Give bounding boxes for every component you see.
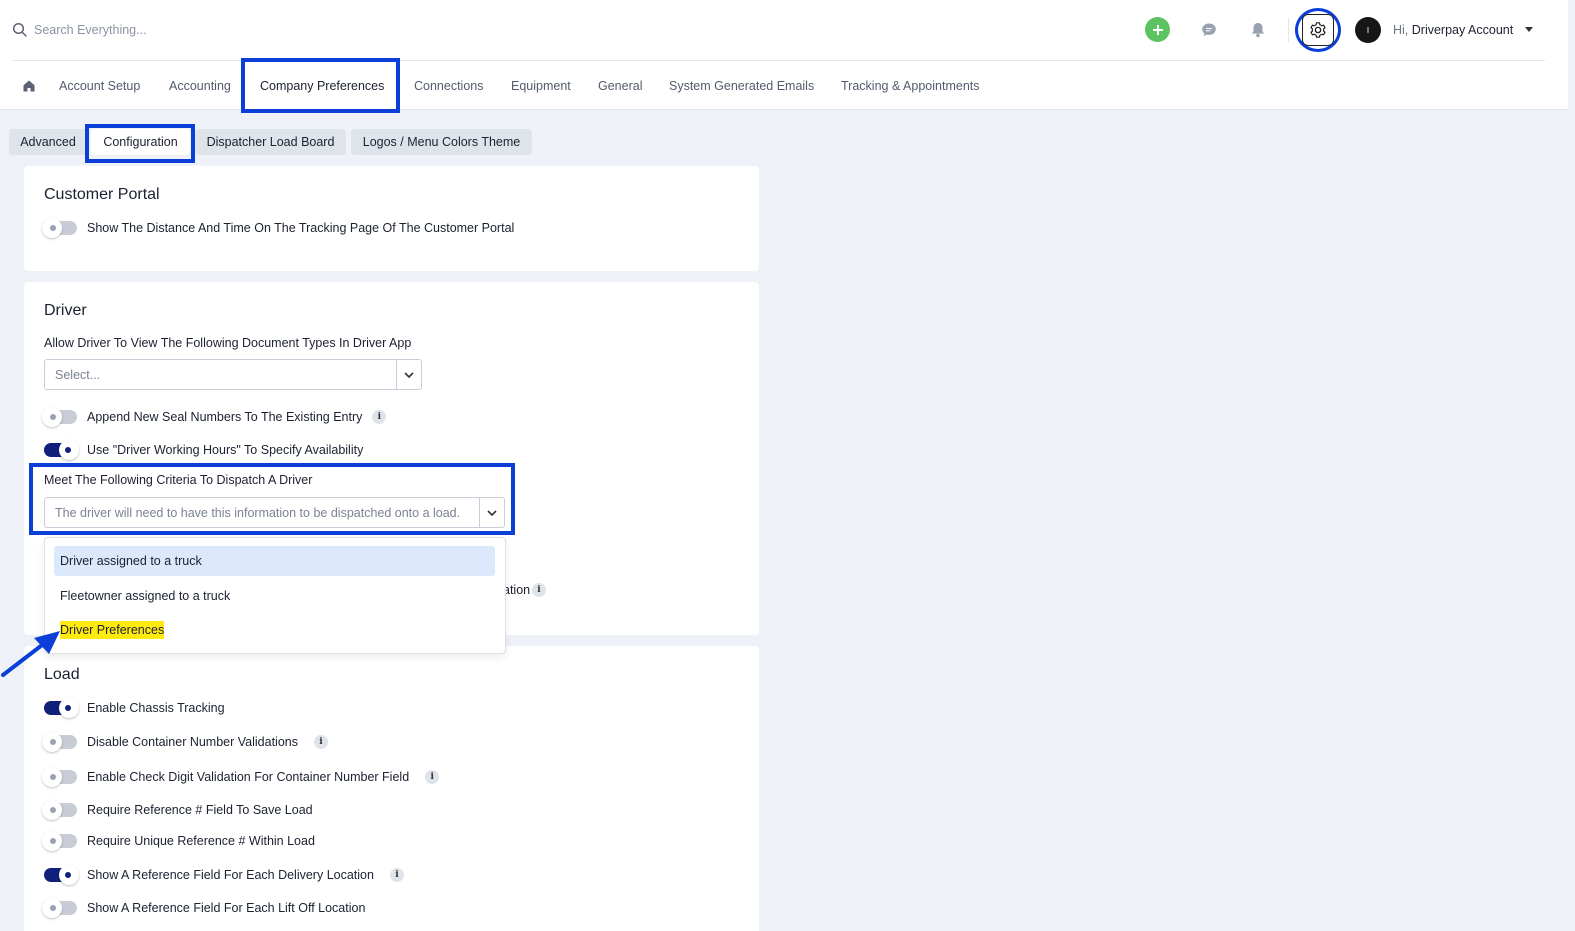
chat-icon — [1202, 23, 1216, 36]
gear-icon — [1310, 22, 1326, 38]
search-input[interactable] — [34, 20, 434, 40]
tab-connections[interactable]: Connections — [414, 79, 484, 93]
tab-general[interactable]: General — [598, 79, 642, 93]
select-placeholder: Select... — [55, 367, 101, 382]
toggle-switch[interactable] — [42, 767, 77, 787]
tab-account-setup[interactable]: Account Setup — [59, 79, 140, 93]
dropdown-option-driver-truck[interactable]: Driver assigned to a truck — [54, 546, 495, 576]
add-button[interactable] — [1145, 17, 1170, 42]
option-label: Fleetowner assigned to a truck — [60, 589, 231, 603]
chevron-down-icon[interactable] — [396, 360, 421, 389]
toggle-switch[interactable] — [42, 218, 77, 238]
settings-icon-frame — [1302, 14, 1334, 46]
info-icon[interactable]: i — [372, 410, 387, 424]
toggle-switch[interactable] — [42, 898, 77, 918]
setting-label: Show The Distance And Time On The Tracki… — [87, 221, 515, 235]
tab-equipment[interactable]: Equipment — [511, 79, 571, 93]
criteria-highlight — [29, 463, 515, 535]
subtab-advanced[interactable]: Advanced — [9, 129, 87, 155]
toggle-switch[interactable] — [42, 800, 77, 820]
setting-label: Require Unique Reference # Within Load — [87, 834, 315, 848]
top-bar: Hi, Driverpay Account — [0, 0, 1568, 61]
toggle-switch[interactable] — [42, 831, 77, 851]
search-icon — [12, 22, 27, 37]
home-icon[interactable] — [22, 79, 36, 93]
account-menu[interactable]: Hi, Driverpay Account — [1393, 23, 1513, 37]
setting-label: Enable Chassis Tracking — [87, 701, 225, 715]
tab-system-generated-emails[interactable]: System Generated Emails — [669, 79, 814, 93]
toggle-switch[interactable] — [42, 732, 77, 752]
setting-working-hours: Use "Driver Working Hours" To Specify Av… — [44, 440, 363, 460]
active-tab-highlight — [241, 58, 400, 113]
info-icon[interactable]: i — [314, 735, 328, 749]
tab-accounting[interactable]: Accounting — [169, 79, 231, 93]
avatar[interactable] — [1355, 17, 1381, 43]
setting-label: Require Reference # Field To Save Load — [87, 803, 313, 817]
annotation-arrow-icon — [1, 631, 60, 677]
option-label: Driver Preferences — [60, 621, 165, 639]
setting-label: Show A Reference Field For Each Delivery… — [87, 868, 374, 882]
setting-label: Append New Seal Numbers To The Existing … — [87, 410, 363, 424]
notifications-button[interactable] — [1245, 17, 1271, 43]
info-icon[interactable]: i — [425, 770, 440, 784]
setting-label: Show A Reference Field For Each Lift Off… — [87, 901, 366, 915]
toggle-switch[interactable] — [42, 407, 77, 427]
divider — [1288, 18, 1289, 42]
info-icon[interactable]: i — [532, 583, 546, 597]
dropdown-option-driver-preferences[interactable]: Driver Preferences — [54, 615, 495, 645]
settings-button[interactable] — [1295, 8, 1341, 52]
setting-require-ref: Require Reference # Field To Save Load — [42, 800, 313, 820]
doc-types-select[interactable]: Select... — [44, 359, 422, 390]
tab-tracking-appointments[interactable]: Tracking & Appointments — [841, 79, 980, 93]
setting-label: Disable Container Number Validations — [87, 735, 298, 749]
setting-append-seal: Append New Seal Numbers To The Existing … — [42, 407, 387, 427]
setting-delivery-ref: Show A Reference Field For Each Delivery… — [44, 865, 404, 885]
dropdown-option-fleetowner-truck[interactable]: Fleetowner assigned to a truck — [54, 581, 495, 611]
bell-icon — [1252, 23, 1264, 38]
setting-show-distance: Show The Distance And Time On The Tracki… — [42, 218, 515, 238]
setting-label: Enable Check Digit Validation For Contai… — [87, 770, 410, 784]
option-label: Driver assigned to a truck — [60, 554, 202, 568]
active-subtab-highlight — [85, 124, 195, 163]
toggle-switch[interactable] — [44, 698, 79, 718]
setting-disable-container: Disable Container Number Validations i — [42, 732, 328, 752]
section-title: Customer Portal — [44, 186, 160, 203]
doc-types-label: Allow Driver To View The Following Docum… — [44, 336, 412, 350]
avatar-glyph-icon — [1367, 27, 1369, 33]
subtab-logos-menu-colors-theme[interactable]: Logos / Menu Colors Theme — [351, 129, 532, 155]
toggle-switch[interactable] — [44, 440, 79, 460]
setting-enable-chassis: Enable Chassis Tracking — [44, 698, 225, 718]
plus-icon — [1152, 24, 1163, 35]
info-icon[interactable]: i — [389, 868, 404, 882]
greeting-prefix: Hi, — [1393, 23, 1409, 37]
obscured-setting-label: ation — [503, 583, 531, 597]
section-title: Driver — [44, 302, 87, 319]
subtab-dispatcher-load-board[interactable]: Dispatcher Load Board — [195, 129, 346, 155]
setting-liftoff-ref: Show A Reference Field For Each Lift Off… — [42, 898, 366, 918]
setting-check-digit: Enable Check Digit Validation For Contai… — [42, 767, 440, 787]
toggle-switch[interactable] — [44, 865, 79, 885]
account-name: Driverpay Account — [1411, 23, 1514, 37]
setting-label: Use "Driver Working Hours" To Specify Av… — [87, 443, 364, 457]
settings-nav: Account Setup Accounting Company Prefere… — [0, 58, 1568, 113]
setting-unique-ref: Require Unique Reference # Within Load — [42, 831, 315, 851]
messages-button[interactable] — [1196, 17, 1222, 43]
criteria-dropdown-menu: Driver assigned to a truck Fleetowner as… — [44, 537, 506, 654]
load-card: Load — [24, 646, 759, 931]
caret-down-icon[interactable] — [1525, 27, 1533, 32]
